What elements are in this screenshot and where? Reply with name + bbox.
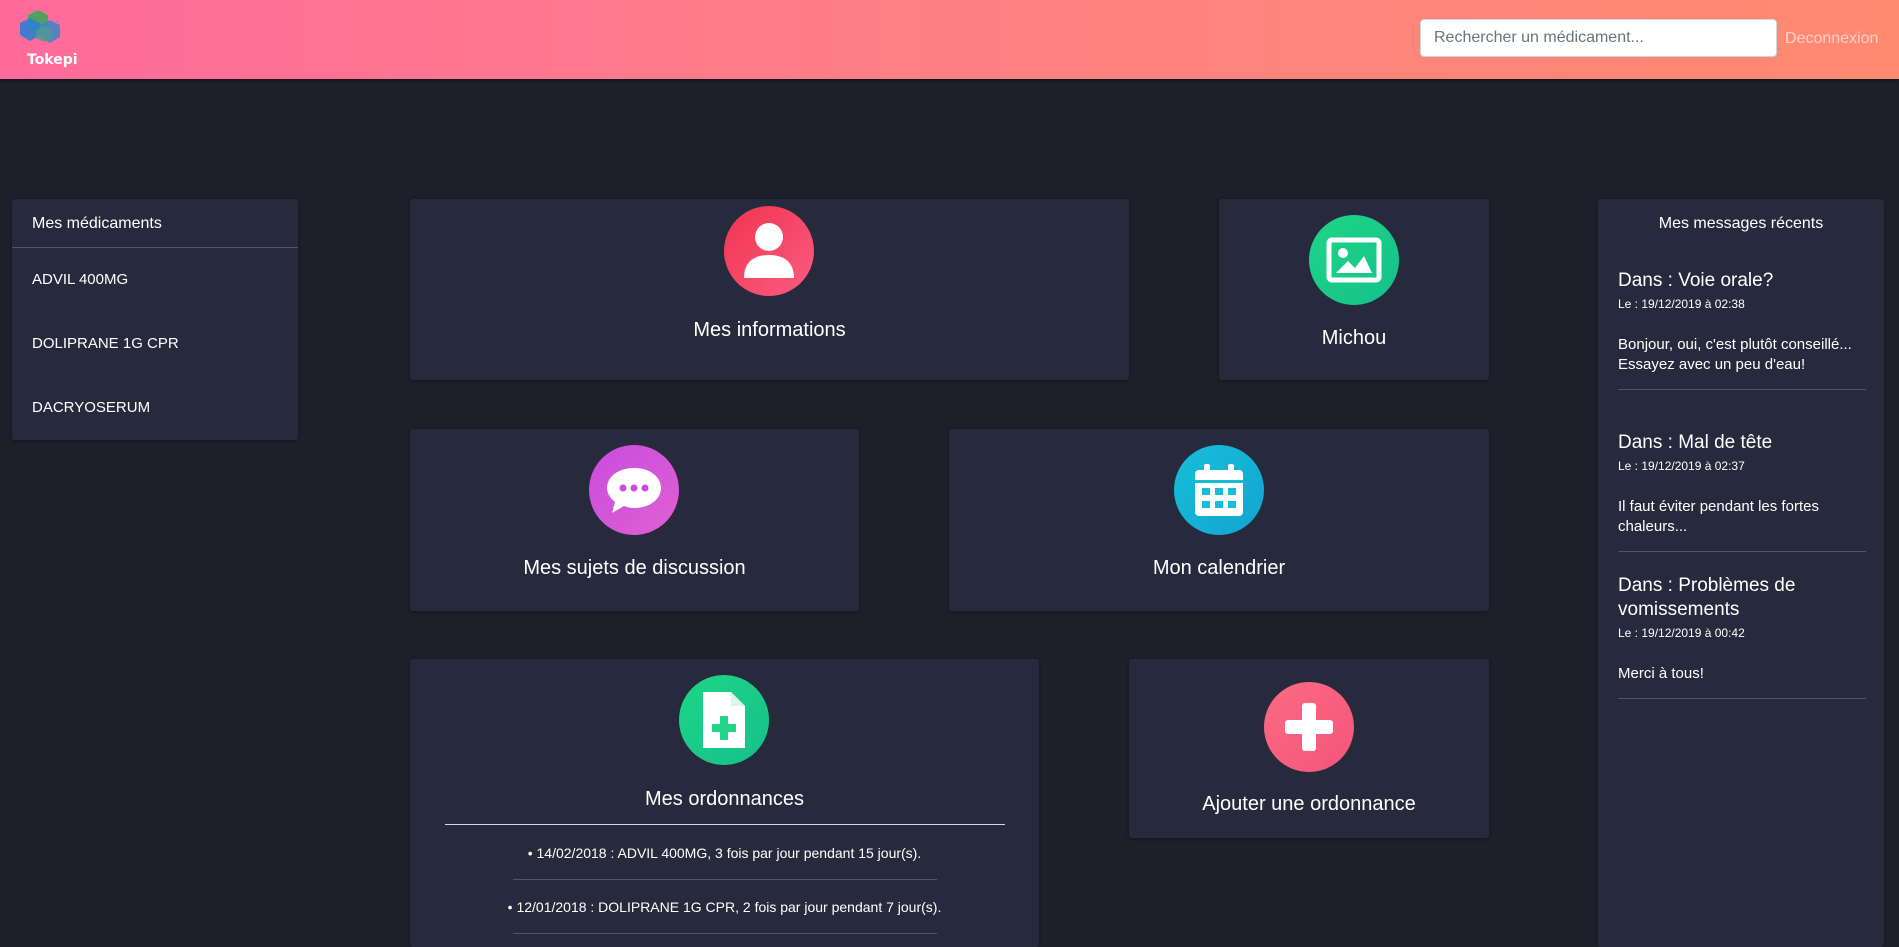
image-icon xyxy=(1326,237,1382,283)
top-navbar: Tokepi Deconnexion xyxy=(0,0,1899,79)
message-item[interactable]: Dans : Problèmes de vomissements Le : 19… xyxy=(1618,574,1866,699)
recent-messages-panel: Mes messages récents Dans : Voie orale? … xyxy=(1598,199,1884,947)
message-item[interactable]: Dans : Mal de tête Le : 19/12/2019 à 02:… xyxy=(1618,431,1866,552)
calendar-icon-circle xyxy=(1174,445,1264,535)
message-body: Bonjour, oui, c'est plutôt conseillé... … xyxy=(1618,336,1852,373)
prescriptions-tile[interactable]: Mes ordonnances • 14/02/2018 : ADVIL 400… xyxy=(410,659,1039,947)
message-date: Le : 19/12/2019 à 00:42 xyxy=(1618,626,1745,640)
prescription-file-icon xyxy=(703,692,745,748)
recent-messages-title: Mes messages récents xyxy=(1658,215,1824,232)
image-icon-circle xyxy=(1309,215,1399,305)
medications-title: Mes médicaments xyxy=(12,199,298,248)
message-subject: Dans : Problèmes de vomissements xyxy=(1618,575,1796,620)
calendar-tile[interactable]: Mon calendrier xyxy=(949,429,1489,611)
informations-tile[interactable]: Mes informations xyxy=(410,199,1129,380)
prescription-item[interactable]: • 14/02/2018 : ADVIL 400MG, 3 fois par j… xyxy=(410,845,1039,861)
informations-label: Mes informations xyxy=(693,319,846,341)
message-date: Le : 19/12/2019 à 02:38 xyxy=(1618,297,1745,311)
message-body: Merci à tous! xyxy=(1618,665,1704,682)
plus-icon xyxy=(1285,703,1333,751)
medication-item[interactable]: DOLIPRANE 1G CPR xyxy=(12,312,298,376)
message-subject: Dans : Mal de tête xyxy=(1618,432,1773,453)
medication-item[interactable]: DACRYOSERUM xyxy=(12,376,298,440)
chat-icon-circle xyxy=(589,445,679,535)
prescription-icon-circle xyxy=(679,675,769,765)
topics-tile[interactable]: Mes sujets de discussion xyxy=(410,429,859,611)
logout-link[interactable]: Deconnexion xyxy=(1785,30,1878,48)
plus-icon-circle xyxy=(1264,682,1354,772)
message-subject: Dans : Voie orale? xyxy=(1618,270,1774,291)
prescriptions-divider xyxy=(445,824,1005,825)
calendar-icon xyxy=(1195,464,1243,516)
medications-panel: Mes médicaments ADVIL 400MG DOLIPRANE 1G… xyxy=(12,199,298,440)
user-icon-circle xyxy=(724,206,814,296)
user-icon xyxy=(744,223,794,278)
add-prescription-label: Ajouter une ordonnance xyxy=(1202,793,1416,815)
prescription-item[interactable]: • 12/01/2018 : DOLIPRANE 1G CPR, 2 fois … xyxy=(410,899,1039,915)
message-body: Il faut éviter pendant les fortes chaleu… xyxy=(1618,498,1819,535)
app-name: Tokepi xyxy=(27,52,78,68)
profile-name-label: Michou xyxy=(1321,327,1387,349)
chat-bubble-icon xyxy=(607,468,661,513)
calendar-label: Mon calendrier xyxy=(1152,557,1286,579)
prescription-separator xyxy=(513,933,937,934)
add-prescription-tile[interactable]: Ajouter une ordonnance xyxy=(1129,659,1489,838)
message-item[interactable]: Dans : Voie orale? Le : 19/12/2019 à 02:… xyxy=(1618,269,1866,390)
profile-tile[interactable]: Michou xyxy=(1219,199,1489,380)
search-input[interactable] xyxy=(1420,19,1777,57)
message-date: Le : 19/12/2019 à 02:37 xyxy=(1618,459,1745,473)
topics-label: Mes sujets de discussion xyxy=(523,557,746,579)
prescriptions-label: Mes ordonnances xyxy=(645,788,804,810)
prescription-separator xyxy=(513,879,937,880)
medication-item[interactable]: ADVIL 400MG xyxy=(12,248,298,312)
hexagon-logo-icon xyxy=(20,10,60,43)
